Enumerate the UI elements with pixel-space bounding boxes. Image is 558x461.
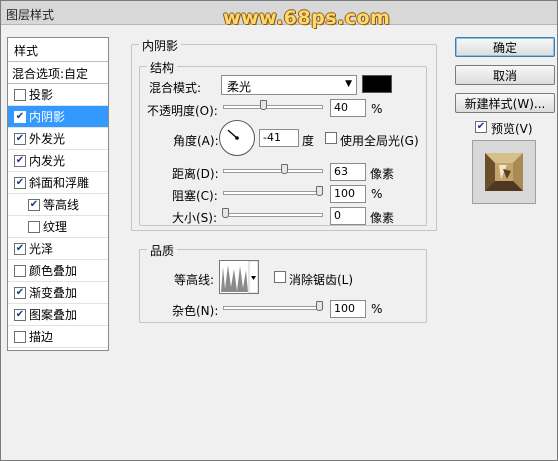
- style-item-7[interactable]: ✔ 光泽: [8, 238, 108, 260]
- style-item-label: 光泽: [29, 242, 54, 256]
- style-item-4[interactable]: ✔ 斜面和浮雕: [8, 172, 108, 194]
- style-item-9[interactable]: ✔ 渐变叠加: [8, 282, 108, 304]
- angle-unit: 度: [302, 134, 315, 148]
- preview-label[interactable]: 预览(V): [491, 120, 533, 137]
- styles-header[interactable]: 样式: [8, 38, 108, 62]
- title-bar: 图层样式 www.68ps.com: [1, 1, 557, 29]
- style-preview-thumbnail: [472, 140, 536, 204]
- structure-title: 结构: [147, 59, 178, 76]
- noise-label: 杂色(N):: [172, 304, 219, 318]
- chevron-down-icon: ▼: [345, 79, 352, 89]
- distance-input[interactable]: 63: [330, 163, 366, 181]
- style-item-label: 图案叠加: [29, 308, 78, 322]
- preview-checkbox[interactable]: ✔: [475, 121, 487, 133]
- style-item-checkbox[interactable]: [28, 220, 40, 233]
- style-item-3[interactable]: ✔ 内发光: [8, 150, 108, 172]
- opacity-label: 不透明度(O):: [147, 104, 218, 118]
- style-item-label: 纹理: [43, 220, 68, 234]
- angle-dial[interactable]: [219, 120, 255, 156]
- contour-curve-icon: [221, 260, 259, 294]
- distance-label: 距离(D):: [172, 167, 219, 181]
- distance-slider[interactable]: [223, 169, 323, 173]
- layer-style-dialog: 图层样式 www.68ps.com 样式 混合选项:自定 投影 ✔ 内阴影 ✔ 外发光 ✔…: [0, 0, 558, 461]
- style-item-1[interactable]: ✔ 内阴影: [8, 106, 108, 128]
- blend-mode-label: 混合模式:: [149, 81, 202, 95]
- size-slider-thumb[interactable]: [222, 208, 229, 218]
- distance-slider-thumb[interactable]: [281, 164, 289, 174]
- style-item-label: 投影: [29, 88, 54, 102]
- blending-options-item[interactable]: 混合选项:自定: [8, 62, 108, 84]
- style-item-checkbox[interactable]: [14, 330, 26, 343]
- angle-label: 角度(A):: [173, 134, 219, 148]
- style-item-checkbox[interactable]: ✔: [14, 110, 26, 123]
- contour-label: 等高线:: [174, 273, 215, 287]
- angle-needle-icon: [227, 129, 239, 140]
- anti-alias-checkbox[interactable]: [274, 271, 286, 283]
- blend-mode-select[interactable]: 柔光 ▼: [221, 75, 357, 95]
- noise-slider-thumb[interactable]: [316, 301, 323, 311]
- style-item-checkbox[interactable]: ✔: [14, 286, 26, 299]
- style-item-label: 颜色叠加: [29, 264, 78, 278]
- style-item-checkbox[interactable]: ✔: [14, 132, 26, 145]
- style-item-8[interactable]: 颜色叠加: [8, 260, 108, 282]
- choke-unit: %: [371, 187, 383, 201]
- noise-input[interactable]: 100: [330, 300, 366, 318]
- choke-slider[interactable]: [223, 191, 323, 195]
- opacity-slider[interactable]: [223, 105, 323, 109]
- watermark: www.68ps.com: [223, 7, 391, 29]
- choke-input[interactable]: 100: [330, 185, 366, 203]
- choke-slider-thumb[interactable]: [316, 186, 323, 196]
- contour-picker[interactable]: [219, 260, 259, 294]
- ok-button[interactable]: 确定: [455, 37, 555, 57]
- style-item-label: 外发光: [29, 132, 66, 146]
- distance-unit: 像素: [370, 167, 395, 181]
- style-item-label: 渐变叠加: [29, 286, 78, 300]
- size-slider[interactable]: [223, 213, 323, 217]
- style-item-checkbox[interactable]: [14, 88, 26, 101]
- style-item-2[interactable]: ✔ 外发光: [8, 128, 108, 150]
- anti-alias-label[interactable]: 消除锯齿(L): [289, 271, 353, 288]
- opacity-slider-thumb[interactable]: [259, 100, 267, 110]
- style-item-label: 等高线: [43, 198, 80, 212]
- inner-shadow-title: 内阴影: [139, 37, 182, 54]
- noise-unit: %: [371, 302, 383, 316]
- blend-mode-value: 柔光: [227, 80, 252, 94]
- global-light-checkbox[interactable]: [325, 132, 337, 144]
- style-item-checkbox[interactable]: [14, 264, 26, 277]
- style-item-label: 斜面和浮雕: [29, 176, 90, 190]
- angle-input[interactable]: -41: [259, 129, 299, 147]
- noise-slider[interactable]: [223, 306, 323, 310]
- style-item-label: 内发光: [29, 154, 66, 168]
- window-title: 图层样式: [6, 8, 55, 22]
- choke-label: 阻塞(C):: [172, 189, 218, 203]
- style-item-checkbox[interactable]: ✔: [14, 176, 26, 189]
- style-item-label: 内阴影: [29, 110, 66, 124]
- opacity-unit: %: [371, 102, 383, 116]
- style-item-11[interactable]: 描边: [8, 326, 108, 348]
- size-label: 大小(S):: [172, 211, 218, 225]
- styles-list: 样式 混合选项:自定 投影 ✔ 内阴影 ✔ 外发光 ✔ 内发光 ✔ 斜面和浮雕 ✔ 等高线 纹理 ✔ 光泽…: [7, 37, 109, 351]
- style-item-checkbox[interactable]: ✔: [28, 198, 40, 211]
- style-item-checkbox[interactable]: ✔: [14, 308, 26, 321]
- cancel-button[interactable]: 取消: [455, 65, 555, 85]
- opacity-input[interactable]: 40: [330, 99, 366, 117]
- new-style-button[interactable]: 新建样式(W)...: [455, 93, 555, 113]
- preview-image: [485, 153, 523, 191]
- style-item-checkbox[interactable]: ✔: [14, 154, 26, 167]
- quality-title: 品质: [147, 242, 178, 259]
- style-item-0[interactable]: 投影: [8, 84, 108, 106]
- style-item-checkbox[interactable]: ✔: [14, 242, 26, 255]
- preview-check-mark: ✔: [476, 121, 486, 132]
- size-input[interactable]: 0: [330, 207, 366, 225]
- style-item-label: 描边: [29, 330, 54, 344]
- style-item-10[interactable]: ✔ 图案叠加: [8, 304, 108, 326]
- style-item-5[interactable]: ✔ 等高线: [8, 194, 108, 216]
- style-items: 投影 ✔ 内阴影 ✔ 外发光 ✔ 内发光 ✔ 斜面和浮雕 ✔ 等高线 纹理 ✔ 光泽 颜色叠加 ✔ 渐变叠加 ✔ 图…: [8, 84, 108, 348]
- shadow-color-swatch[interactable]: [362, 75, 392, 93]
- global-light-label[interactable]: 使用全局光(G): [340, 132, 419, 149]
- size-unit: 像素: [370, 211, 395, 225]
- style-item-6[interactable]: 纹理: [8, 216, 108, 238]
